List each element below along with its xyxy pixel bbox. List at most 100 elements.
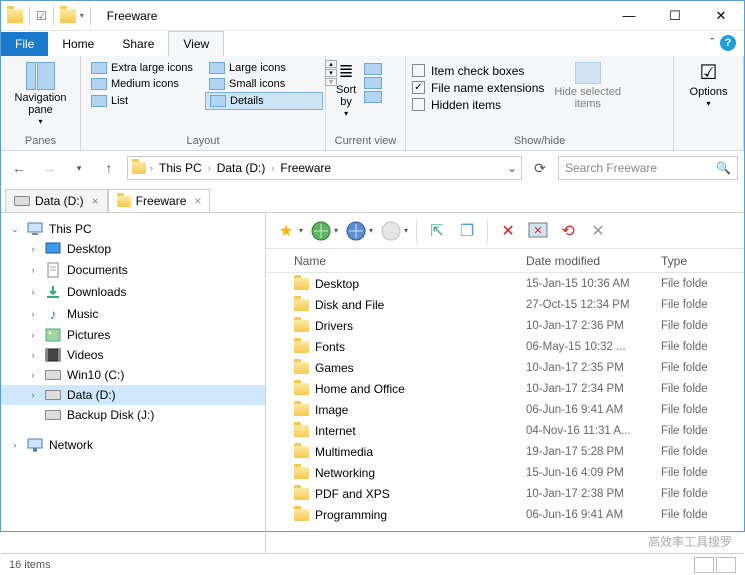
file-list[interactable]: Desktop15-Jan-15 10:36 AMFile foldeDisk … xyxy=(266,273,744,553)
nav-item[interactable]: ⌄This PC xyxy=(1,219,265,239)
clover-tabbar: Data (D:) × Freeware × xyxy=(1,185,744,213)
chevron-icon[interactable]: › xyxy=(27,244,39,254)
add-columns-button[interactable] xyxy=(364,77,382,89)
delete-red-icon[interactable]: ✕ xyxy=(494,217,522,245)
tab-share[interactable]: Share xyxy=(108,32,168,56)
path-tab-freeware[interactable]: Freeware × xyxy=(108,189,211,212)
minimize-button[interactable]: — xyxy=(606,1,652,31)
chevron-icon[interactable]: › xyxy=(27,330,39,340)
hide-selected-button[interactable]: Hide selected items xyxy=(550,60,625,112)
chevron-icon[interactable]: › xyxy=(27,370,39,380)
layout-sm-icons[interactable]: Small icons xyxy=(205,76,323,92)
qat-check-icon[interactable]: ☑ xyxy=(36,9,47,23)
maximize-button[interactable]: ☐ xyxy=(652,1,698,31)
nav-item[interactable]: ›Data (D:) xyxy=(1,385,265,405)
recent-locations-icon[interactable]: ▾ xyxy=(67,156,91,180)
chevron-icon[interactable]: › xyxy=(27,390,39,400)
col-type[interactable]: Type xyxy=(661,254,744,268)
path-tab-data[interactable]: Data (D:) × xyxy=(5,189,108,212)
nav-item[interactable]: ›Documents xyxy=(1,259,265,281)
file-row[interactable]: Disk and File27-Oct-15 12:34 PMFile fold… xyxy=(266,294,744,315)
up-button[interactable]: ↑ xyxy=(97,156,121,180)
chevron-icon[interactable]: ⌄ xyxy=(9,224,21,235)
close-button[interactable]: ✕ xyxy=(698,1,744,31)
file-row[interactable]: Networking15-Jun-16 4:09 PMFile folde xyxy=(266,462,744,483)
layout-details[interactable]: Details xyxy=(205,92,323,110)
tab-file[interactable]: File xyxy=(1,32,48,56)
globe-green-icon[interactable] xyxy=(307,217,335,245)
nav-icon xyxy=(45,410,61,420)
nav-item[interactable]: ›Videos xyxy=(1,345,265,365)
file-row[interactable]: Multimedia19-Jan-17 5:28 PMFile folde xyxy=(266,441,744,462)
view-details-icon[interactable] xyxy=(694,557,714,573)
breadcrumb-dropdown-icon[interactable]: ⌄ xyxy=(507,161,517,175)
windows-icon[interactable]: ❐ xyxy=(453,217,481,245)
back-button[interactable]: ← xyxy=(7,156,31,180)
qat-dropdown-icon[interactable]: ▾ xyxy=(80,11,84,20)
nav-item[interactable]: Backup Disk (J:) xyxy=(1,405,265,425)
nav-item[interactable]: ›Pictures xyxy=(1,325,265,345)
file-row[interactable]: Home and Office10-Jan-17 2:34 PMFile fol… xyxy=(266,378,744,399)
sync-red-icon[interactable]: ⟲ xyxy=(554,217,582,245)
layout-lg-icons[interactable]: Large icons xyxy=(205,60,323,76)
file-row[interactable]: Programming06-Jun-16 9:41 AMFile folde xyxy=(266,504,744,525)
globe-grey-icon[interactable] xyxy=(377,217,405,245)
chevron-icon[interactable]: › xyxy=(27,287,39,297)
file-row[interactable]: PDF and XPS10-Jan-17 2:38 PMFile folde xyxy=(266,483,744,504)
collapse-ribbon-icon[interactable]: ˆ xyxy=(710,37,714,49)
close-tab-icon[interactable]: × xyxy=(191,194,201,208)
export-icon[interactable]: ⇱ xyxy=(423,217,451,245)
close-tab-icon[interactable]: × xyxy=(89,194,99,208)
file-row[interactable]: Games10-Jan-17 2:35 PMFile folde xyxy=(266,357,744,378)
chk-file-name-extensions[interactable]: File name extensions xyxy=(412,81,544,95)
forward-button[interactable]: → xyxy=(37,156,61,180)
options-button[interactable]: ☑ Options ▾ xyxy=(686,60,732,111)
nav-item[interactable]: ›Win10 (C:) xyxy=(1,365,265,385)
chk-hidden-items[interactable]: Hidden items xyxy=(412,98,544,112)
crumb-freeware[interactable]: Freeware xyxy=(278,161,333,175)
breadcrumb[interactable]: › This PC › Data (D:) › Freeware ⌄ xyxy=(127,156,522,180)
crumb-data[interactable]: Data (D:) xyxy=(215,161,268,175)
layout-md-icons[interactable]: Medium icons xyxy=(87,76,205,92)
app-icon[interactable] xyxy=(7,9,23,23)
view-thumbs-icon[interactable] xyxy=(716,557,736,573)
file-row[interactable]: Desktop15-Jan-15 10:36 AMFile folde xyxy=(266,273,744,294)
refresh-button[interactable]: ⟳ xyxy=(528,156,552,180)
nav-item[interactable]: ›Network xyxy=(1,435,265,455)
chevron-icon[interactable]: › xyxy=(27,350,39,360)
nav-item[interactable]: ›Desktop xyxy=(1,239,265,259)
navigation-pane[interactable]: ⌄This PC›Desktop›Documents›Downloads›♪Mu… xyxy=(1,213,266,553)
file-row[interactable]: Drivers10-Jan-17 2:36 PMFile folde xyxy=(266,315,744,336)
nav-item[interactable]: ›♪Music xyxy=(1,303,265,325)
delete-grey-icon[interactable]: ✕ xyxy=(584,217,612,245)
navigation-pane-button[interactable]: Navigation pane ▾ xyxy=(11,60,71,129)
search-input[interactable]: Search Freeware 🔍 xyxy=(558,156,738,180)
help-icon[interactable]: ? xyxy=(720,35,736,51)
chevron-icon[interactable]: › xyxy=(27,309,39,319)
size-columns-button[interactable] xyxy=(364,91,382,103)
tab-view[interactable]: View xyxy=(168,31,224,56)
fav-dropdown-icon[interactable]: ▾ xyxy=(299,226,303,235)
qat-folder-icon[interactable] xyxy=(60,9,76,23)
clover-toolbar: ★▾ ▾ ▾ ▾ ⇱ ❐ ✕ ✕ ⟲ ✕ xyxy=(266,213,744,249)
sort-by-button[interactable]: ≣ Sort by ▾ xyxy=(332,60,360,121)
nav-icon: ♪ xyxy=(45,306,61,322)
layout-list[interactable]: List xyxy=(87,92,205,110)
chevron-icon[interactable]: › xyxy=(9,440,21,450)
tab-home[interactable]: Home xyxy=(48,32,108,56)
file-row[interactable]: Image06-Jun-16 9:41 AMFile folde xyxy=(266,399,744,420)
group-by-button[interactable] xyxy=(364,63,382,75)
favorites-icon[interactable]: ★ xyxy=(272,217,300,245)
nav-item[interactable]: ›Downloads xyxy=(1,281,265,303)
chk-item-check-boxes[interactable]: Item check boxes xyxy=(412,64,544,78)
file-row[interactable]: Internet04-Nov-16 11:31 A...File folde xyxy=(266,420,744,441)
col-date[interactable]: Date modified xyxy=(526,254,661,268)
chevron-icon[interactable]: › xyxy=(27,265,39,275)
col-name[interactable]: Name xyxy=(266,254,526,268)
file-row[interactable]: Fonts06-May-15 10:32 ...File folde xyxy=(266,336,744,357)
file-date: 10-Jan-17 2:34 PM xyxy=(526,383,661,395)
globe-blue-icon[interactable] xyxy=(342,217,370,245)
layout-xl-icons[interactable]: Extra large icons xyxy=(87,60,205,76)
delete-window-icon[interactable]: ✕ xyxy=(524,217,552,245)
crumb-thispc[interactable]: This PC xyxy=(157,161,204,175)
